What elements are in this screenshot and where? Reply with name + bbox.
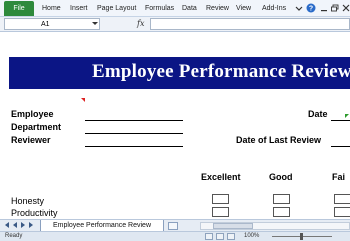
help-icon[interactable]: ? <box>306 3 316 13</box>
svg-text:?: ? <box>309 6 313 13</box>
excel-window: File Home Insert Page Layout Formulas Da… <box>0 0 350 241</box>
checkbox-honesty-excellent[interactable] <box>212 194 229 204</box>
reviewer-field[interactable] <box>85 146 183 147</box>
page-break-view-icon[interactable] <box>227 233 235 240</box>
next-sheet-icon[interactable] <box>21 222 25 228</box>
zoom-level[interactable]: 100% <box>244 233 259 239</box>
rating-fair-header: Fai <box>332 172 346 182</box>
criterion-honesty: Honesty <box>11 196 45 206</box>
employee-label: Employee <box>11 109 54 119</box>
tab-data[interactable]: Data <box>182 0 197 17</box>
horizontal-scrollbar[interactable] <box>200 222 350 230</box>
name-box[interactable]: A1 <box>4 18 100 30</box>
prev-sheet-icon[interactable] <box>13 222 17 228</box>
checkbox-productivity-fair[interactable] <box>334 207 350 217</box>
tab-formulas[interactable]: Formulas <box>145 0 174 17</box>
sheet-tab-bar: Employee Performance Review <box>0 219 350 232</box>
file-tab[interactable]: File <box>4 1 34 16</box>
minimize-ribbon-icon[interactable] <box>294 3 304 13</box>
reviewer-label: Reviewer <box>11 135 51 145</box>
worksheet-grid[interactable]: Employee Performance Review Employee Dep… <box>0 33 350 219</box>
date-last-review-field[interactable] <box>331 146 350 147</box>
minimize-window-icon[interactable] <box>319 3 329 13</box>
comment-indicator <box>81 98 85 102</box>
close-window-icon[interactable] <box>341 3 350 13</box>
first-sheet-icon[interactable] <box>5 222 9 228</box>
tab-view[interactable]: View <box>236 0 251 17</box>
department-label: Department <box>11 122 62 132</box>
zoom-slider-knob[interactable] <box>300 233 303 240</box>
tab-review[interactable]: Review <box>206 0 229 17</box>
tab-insert[interactable]: Insert <box>70 0 88 17</box>
rating-excellent-header: Excellent <box>201 172 241 182</box>
department-field[interactable] <box>85 133 183 134</box>
insert-worksheet-icon[interactable] <box>168 222 178 230</box>
tab-page-layout[interactable]: Page Layout <box>97 0 136 17</box>
error-indicator <box>345 114 349 118</box>
normal-view-icon[interactable] <box>205 233 213 240</box>
formula-bar: A1 fx <box>0 17 350 32</box>
status-ready: Ready <box>5 233 23 239</box>
last-sheet-icon[interactable] <box>29 222 33 228</box>
tab-home[interactable]: Home <box>42 0 61 17</box>
date-field[interactable] <box>331 120 350 121</box>
page-layout-view-icon[interactable] <box>216 233 224 240</box>
tab-add-ins[interactable]: Add-Ins <box>262 0 286 17</box>
rating-good-header: Good <box>269 172 293 182</box>
name-box-dropdown-icon[interactable] <box>92 22 98 25</box>
status-bar: Ready 100% <box>0 231 350 241</box>
checkbox-productivity-good[interactable] <box>273 207 290 217</box>
ribbon-tab-bar: File Home Insert Page Layout Formulas Da… <box>0 0 350 17</box>
date-label: Date <box>308 109 328 119</box>
criterion-productivity: Productivity <box>11 208 58 218</box>
horizontal-scroll-thumb[interactable] <box>213 223 253 229</box>
checkbox-productivity-excellent[interactable] <box>212 207 229 217</box>
page-title: Employee Performance Review <box>92 61 350 82</box>
title-banner: Employee Performance Review <box>9 57 350 89</box>
checkbox-honesty-fair[interactable] <box>334 194 350 204</box>
insert-function-icon[interactable]: fx <box>137 19 144 28</box>
employee-field[interactable] <box>85 120 183 121</box>
checkbox-honesty-good[interactable] <box>273 194 290 204</box>
restore-window-icon[interactable] <box>330 3 340 13</box>
formula-input[interactable] <box>150 18 350 30</box>
date-last-review-label: Date of Last Review <box>236 135 322 145</box>
